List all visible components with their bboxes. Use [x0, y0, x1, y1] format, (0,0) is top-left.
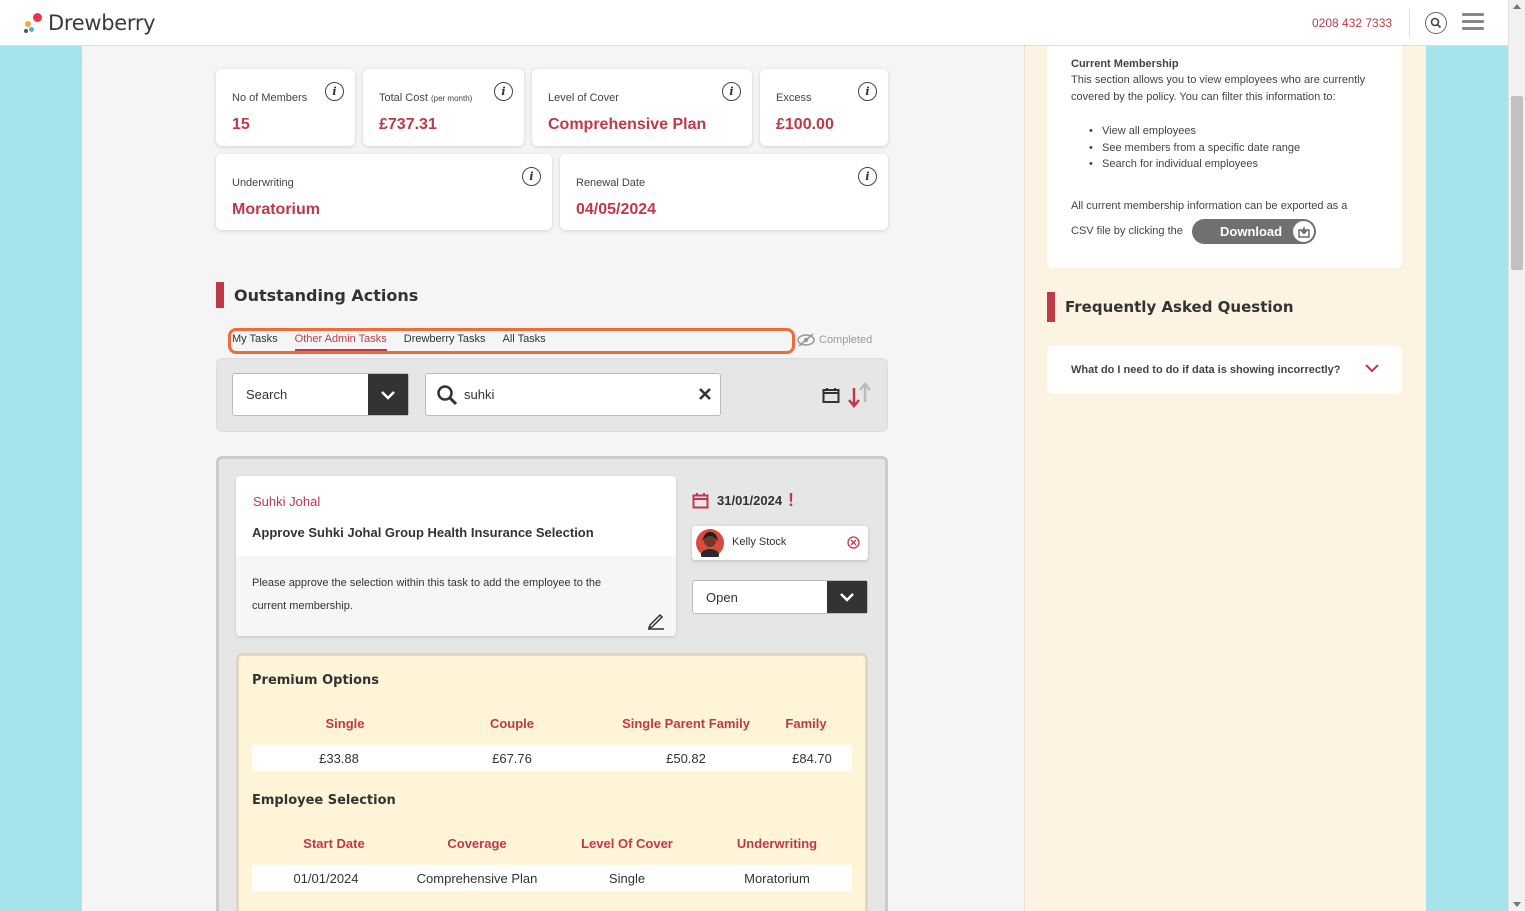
- cost-card: Total Cost (per month) £737.31 i: [363, 69, 524, 146]
- avatar: [696, 529, 724, 557]
- underwriting-value: Moratorium: [232, 201, 320, 218]
- eye-slash-icon: [797, 333, 815, 347]
- brand-name: Drewberry: [48, 11, 156, 35]
- top-navbar: Drewberry 0208 432 7333: [0, 0, 1508, 46]
- help-bullet: • See members from a specific date range: [1089, 142, 1301, 154]
- task-description: Please approve the selection within this…: [236, 556, 676, 636]
- completed-toggle[interactable]: Completed: [796, 333, 872, 347]
- search-input[interactable]: suhki: [425, 373, 721, 416]
- employee-header-underwriting: Underwriting: [736, 836, 818, 851]
- renewal-value: 04/05/2024: [576, 201, 657, 218]
- clear-icon[interactable]: [698, 387, 712, 401]
- cover-card: Level of Cover Comprehensive Plan i: [532, 69, 752, 146]
- faq-question: What do I need to do if data is showing …: [1071, 364, 1341, 376]
- members-label: No of Members: [232, 92, 308, 104]
- remove-assignee-icon[interactable]: [847, 536, 860, 549]
- status-select[interactable]: Open: [692, 580, 868, 614]
- task-title: Approve Suhki Johal Group Health Insuran…: [252, 525, 594, 540]
- excess-card: Excess £100.00 i: [760, 69, 888, 146]
- task-desc-line2: current membership.: [252, 600, 353, 612]
- status-value: Open: [706, 590, 738, 605]
- hamburger-menu-icon[interactable]: [1462, 13, 1484, 33]
- assignee-name: Kelly Stock: [732, 536, 787, 548]
- search-query: suhki: [464, 387, 495, 402]
- info-icon[interactable]: i: [325, 82, 344, 101]
- info-icon[interactable]: i: [722, 82, 741, 101]
- phone-number[interactable]: 0208 432 7333: [1312, 16, 1392, 30]
- info-icon[interactable]: i: [858, 82, 877, 101]
- employee-value-underwriting: Moratorium: [744, 871, 810, 886]
- scroll-down-arrow-icon[interactable]: [1513, 902, 1521, 907]
- tabs-highlight: [228, 328, 795, 354]
- premium-value-single: £33.88: [319, 751, 359, 766]
- search-icon[interactable]: [1425, 12, 1447, 34]
- scroll-thumb[interactable]: [1511, 96, 1523, 270]
- excess-value: £100.00: [776, 116, 834, 133]
- membership-intro-line1: This section allows you to view employee…: [1071, 74, 1366, 86]
- info-icon[interactable]: i: [494, 82, 513, 101]
- sort-order-icon[interactable]: [845, 382, 873, 408]
- task-desc-line1: Please approve the selection within this…: [252, 577, 602, 589]
- premium-options-title: Premium Options: [252, 673, 380, 688]
- chevron-down-icon: [368, 374, 408, 415]
- task-due-date: 31/01/2024: [717, 493, 783, 508]
- premium-header-family: Family: [785, 716, 827, 731]
- search-field-select[interactable]: Search: [232, 373, 409, 416]
- premium-value-spf: £50.82: [666, 751, 706, 766]
- task-card[interactable]: Suhki Johal Approve Suhki Johal Group He…: [236, 476, 676, 636]
- premium-value-couple: £67.76: [492, 751, 532, 766]
- divider: [1409, 9, 1410, 37]
- members-card: No of Members 15 i: [216, 69, 355, 146]
- task-employee-name[interactable]: Suhki Johal: [253, 494, 320, 509]
- membership-help-title: Current Membership: [1071, 58, 1179, 70]
- section-title: Outstanding Actions: [216, 282, 418, 308]
- help-bullet: • View all employees: [1089, 125, 1196, 137]
- outstanding-actions-title: Outstanding Actions: [234, 285, 419, 305]
- premium-value-family: £84.70: [792, 751, 832, 766]
- faq-item[interactable]: What do I need to do if data is showing …: [1047, 346, 1402, 394]
- chevron-down-icon: [1365, 364, 1379, 373]
- faq-title: Frequently Asked Question: [1065, 298, 1294, 316]
- members-value: 15: [232, 116, 250, 133]
- info-icon[interactable]: i: [858, 167, 877, 186]
- edit-pencil-icon[interactable]: [646, 610, 666, 630]
- cost-value: £737.31: [379, 116, 437, 133]
- underwriting-card: Underwriting Moratorium i: [216, 154, 552, 230]
- premium-header-single: Single: [325, 716, 365, 731]
- search-icon: [437, 385, 458, 406]
- info-icon[interactable]: i: [522, 167, 541, 186]
- completed-label: Completed: [819, 334, 873, 346]
- calendar-sort-icon[interactable]: [822, 386, 840, 404]
- help-bullet: • Search for individual employees: [1089, 158, 1258, 170]
- assignee-chip[interactable]: Kelly Stock: [692, 526, 868, 560]
- chevron-down-icon: [827, 581, 867, 613]
- premium-header-spf: Single Parent Family: [622, 716, 750, 731]
- urgent-icon: !: [788, 490, 794, 510]
- export-line2: CSV file by clicking the: [1071, 225, 1183, 237]
- excess-label: Excess: [776, 92, 812, 104]
- brand-logo[interactable]: Drewberry: [24, 10, 156, 36]
- download-label: Download: [1220, 224, 1283, 239]
- search-select-value: Search: [246, 387, 288, 402]
- cover-label: Level of Cover: [548, 92, 619, 104]
- membership-intro-line2: covered by the policy. You can filter th…: [1071, 91, 1336, 103]
- faq-section-title: Frequently Asked Question: [1047, 292, 1294, 322]
- download-icon: [1293, 221, 1314, 242]
- scroll-up-arrow-icon[interactable]: [1513, 4, 1521, 9]
- cost-label: Total Cost (per month): [379, 92, 473, 104]
- renewal-label: Renewal Date: [576, 177, 646, 189]
- export-line1: All current membership information can b…: [1071, 200, 1348, 212]
- calendar-icon: [692, 493, 709, 509]
- employee-selection-title: Employee Selection: [252, 793, 396, 808]
- page-scrollbar[interactable]: [1508, 0, 1525, 911]
- underwriting-label: Underwriting: [232, 177, 294, 189]
- logo-icon: [24, 12, 46, 34]
- download-button[interactable]: Download: [1192, 219, 1316, 244]
- renewal-card: Renewal Date 04/05/2024 i: [560, 154, 888, 230]
- premium-header-couple: Couple: [489, 716, 535, 731]
- cover-value: Comprehensive Plan: [548, 116, 707, 133]
